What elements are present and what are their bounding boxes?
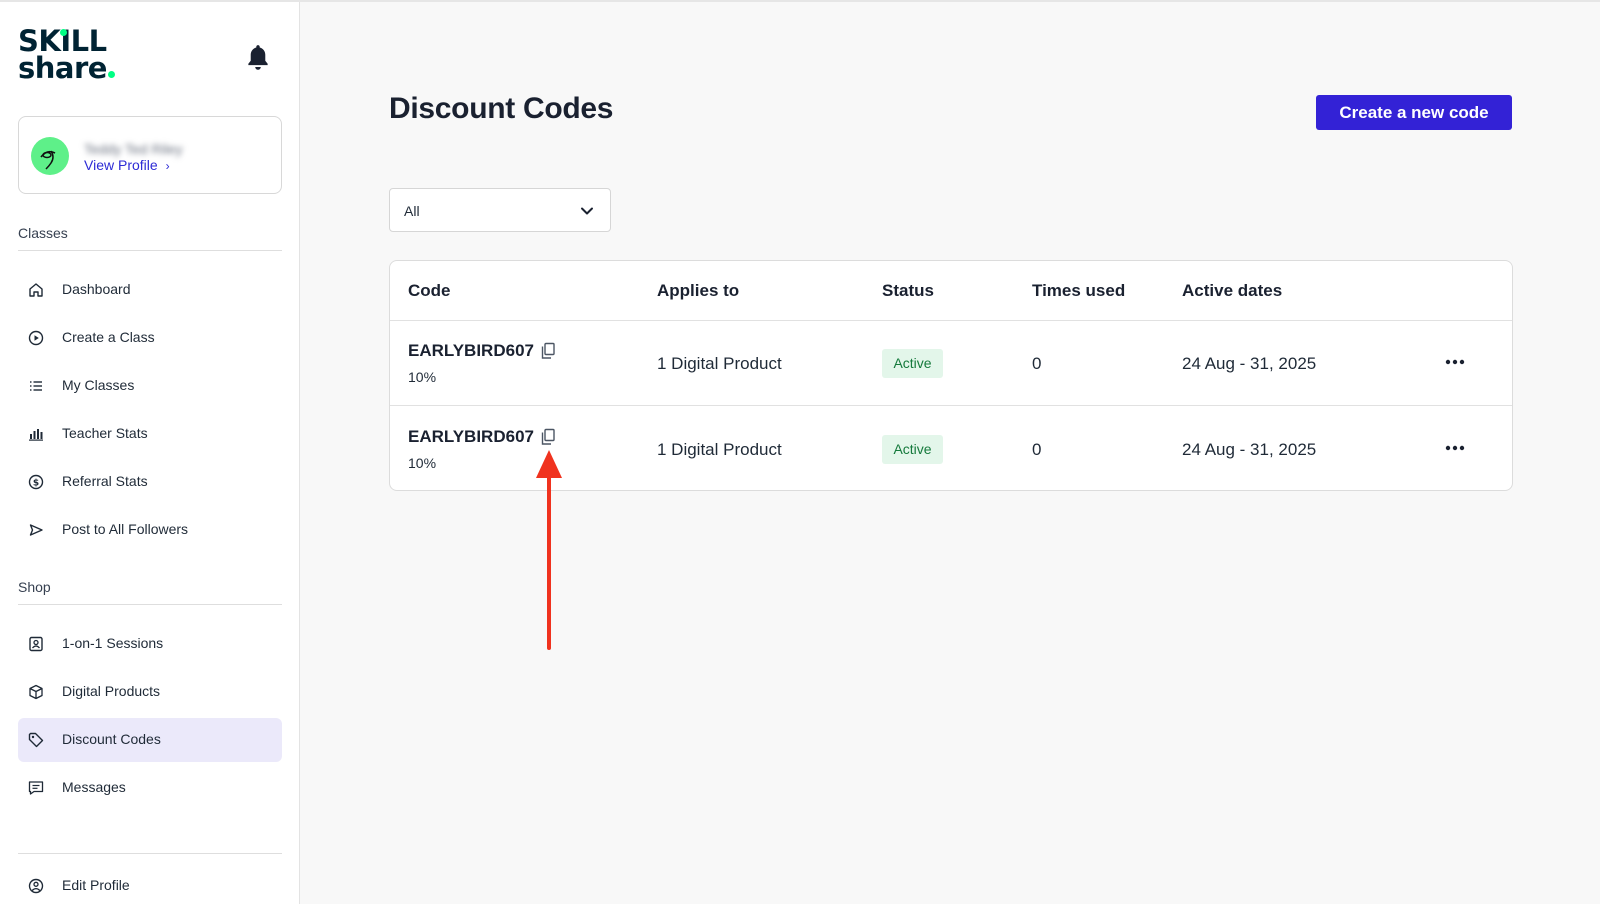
section-label-classes: Classes: [18, 225, 68, 241]
status-filter-select[interactable]: All: [389, 188, 611, 232]
skillshare-logo[interactable]: SKILL share: [18, 27, 128, 88]
applies-to-value: 1 Digital Product: [657, 440, 782, 459]
times-used-value: 0: [1032, 440, 1042, 459]
sidebar-item-label: Edit Profile: [62, 877, 130, 893]
user-circle-icon: [28, 878, 44, 894]
box-icon: [29, 684, 43, 700]
send-icon: [29, 524, 43, 536]
logo-line-2: share: [18, 51, 107, 85]
sidebar-item-discount-codes[interactable]: Discount Codes: [18, 718, 282, 762]
column-header-applies-to: Applies to: [657, 281, 740, 300]
times-used-value: 0: [1032, 354, 1042, 373]
sidebar-item-dashboard[interactable]: Dashboard: [18, 268, 282, 312]
more-options-icon[interactable]: [1444, 355, 1466, 369]
copy-icon[interactable]: [540, 428, 556, 446]
column-header-times-used: Times used: [1032, 281, 1126, 300]
column-header-active-dates: Active dates: [1182, 281, 1283, 300]
profile-name: Teddy Ted Riley: [84, 141, 183, 157]
sidebar-item-label: Messages: [62, 779, 126, 795]
page-title: Discount Codes: [389, 92, 614, 125]
logo-dot: [107, 71, 115, 78]
applies-to-value: 1 Digital Product: [657, 354, 782, 373]
tag-icon: [28, 732, 44, 748]
sidebar-item-messages[interactable]: Messages: [18, 766, 282, 810]
annotation-arrow-icon: [536, 450, 562, 650]
section-divider: [18, 853, 282, 854]
active-dates-value: 24 Aug - 31, 2025: [1182, 440, 1317, 459]
sidebar-item-label: Discount Codes: [62, 731, 161, 747]
sidebar-item-label: Teacher Stats: [62, 425, 148, 441]
code-value: EARLYBIRD607: [408, 427, 534, 446]
sidebar-item-label: My Classes: [62, 377, 135, 393]
bar-chart-icon: [29, 429, 43, 441]
table-row: EARLYBIRD607 10% 1 Digital Product Activ…: [390, 321, 1512, 406]
home-icon: [29, 283, 43, 297]
view-profile-label: View Profile: [84, 157, 158, 173]
sidebar-item-label: Post to All Followers: [62, 521, 189, 537]
sidebar-item-label: 1-on-1 Sessions: [62, 635, 164, 651]
profile-card[interactable]: Teddy Ted Riley View Profile ›: [18, 116, 282, 194]
status-badge: Active: [882, 349, 943, 378]
discount-percent: 10%: [408, 369, 437, 385]
avatar: [31, 137, 69, 175]
active-dates-value: 24 Aug - 31, 2025: [1182, 354, 1317, 373]
more-options-icon[interactable]: [1444, 441, 1466, 455]
sidebar-item-label: Referral Stats: [62, 473, 148, 489]
logo-dot-accent: [60, 29, 67, 36]
sidebar-item-edit-profile[interactable]: Edit Profile: [18, 864, 282, 904]
chevron-down-icon: [581, 207, 593, 215]
sidebar-item-label: Digital Products: [62, 683, 161, 699]
sidebar-item-post-to-followers[interactable]: Post to All Followers: [18, 508, 282, 552]
message-icon: [28, 781, 44, 795]
sidebar-item-create-class[interactable]: Create a Class: [18, 316, 282, 360]
section-divider: [18, 250, 282, 251]
contact-card-icon: [29, 636, 43, 652]
copy-icon[interactable]: [540, 342, 556, 360]
section-divider: [18, 604, 282, 605]
code-value: EARLYBIRD607: [408, 341, 534, 360]
dollar-circle-icon: $: [28, 474, 44, 490]
avatar-face-icon: [40, 150, 56, 170]
sidebar-item-label: Dashboard: [62, 281, 131, 297]
sidebar-item-referral-stats[interactable]: $ Referral Stats: [18, 460, 282, 504]
sidebar-item-label: Create a Class: [62, 329, 155, 345]
column-header-status: Status: [882, 281, 934, 300]
column-header-code: Code: [408, 281, 451, 300]
play-circle-icon: [28, 330, 44, 346]
sidebar-item-1on1-sessions[interactable]: 1-on-1 Sessions: [18, 622, 282, 666]
sidebar: SKILL share Teddy Ted Riley View Profile…: [0, 2, 300, 904]
view-profile-link[interactable]: View Profile ›: [84, 157, 170, 173]
discount-percent: 10%: [408, 455, 437, 471]
svg-text:$: $: [33, 479, 39, 489]
status-badge: Active: [882, 435, 943, 464]
sidebar-item-my-classes[interactable]: My Classes: [18, 364, 282, 408]
filter-selected-value: All: [404, 203, 420, 219]
sidebar-item-digital-products[interactable]: Digital Products: [18, 670, 282, 714]
table-header: Code Applies to Status Times used Active…: [390, 261, 1512, 321]
bell-icon[interactable]: [245, 43, 271, 73]
chevron-right-icon: ›: [165, 159, 170, 173]
list-icon: [30, 381, 42, 391]
section-label-shop: Shop: [18, 579, 51, 595]
create-new-code-button[interactable]: Create a new code: [1316, 95, 1512, 130]
sidebar-item-teacher-stats[interactable]: Teacher Stats: [18, 412, 282, 456]
